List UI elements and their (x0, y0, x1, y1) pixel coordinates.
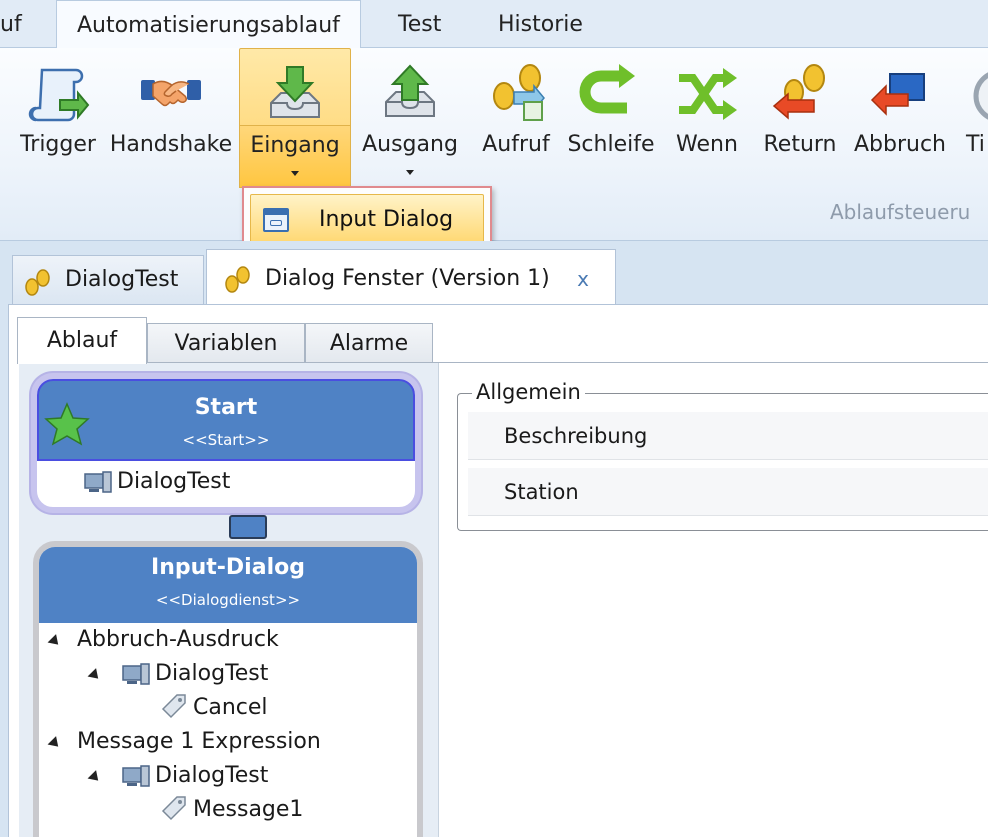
input-dialog-label: Input Dialog (319, 207, 454, 232)
tree-item-dialogtest[interactable]: DialogTest (155, 661, 268, 686)
footprints-icon (25, 269, 50, 296)
abbruch-button[interactable]: Abbruch (850, 48, 950, 178)
input-dialog-node[interactable]: Input-Dialog <<Dialogdienst>> Abbruch-Au… (33, 541, 423, 837)
schleife-button[interactable]: Schleife (564, 48, 658, 178)
ribbon-tab-strip: uf Automatisierungsablauf Test Historie (0, 0, 988, 49)
tree-item-cancel[interactable]: Cancel (193, 695, 268, 720)
input-dialog-node-title: Input-Dialog (151, 555, 305, 580)
footprints-return-icon (772, 64, 825, 120)
handshake-button[interactable]: Handshake (108, 48, 234, 178)
expand-triangle-icon[interactable] (47, 634, 63, 649)
eingang-label: Eingang (250, 133, 340, 158)
footprints-icon (225, 266, 250, 293)
flow-canvas[interactable]: Start <<Start>> DialogTest Input-Dialog … (19, 363, 439, 837)
abort-arrow-icon (870, 73, 925, 116)
schleife-label: Schleife (567, 132, 655, 157)
sub-tab-ablauf[interactable]: Ablauf (17, 317, 147, 364)
input-dialog-menu-item[interactable]: Input Dialog (250, 194, 484, 244)
sub-tab-alarme[interactable]: Alarme (305, 323, 433, 363)
tree-item-message1[interactable]: Message1 (193, 797, 303, 822)
doc-tab-dialog-fenster[interactable]: Dialog Fenster (Version 1) x (206, 249, 616, 306)
wenn-label: Wenn (676, 132, 738, 157)
start-node-title: Start (194, 395, 258, 420)
sub-tab-variablen[interactable]: Variablen (147, 323, 305, 363)
properties-legend: Allgemein (472, 380, 585, 404)
shuffle-icon (679, 68, 737, 120)
doc-tab-dialogtest[interactable]: DialogTest (12, 255, 204, 305)
start-node[interactable]: Start <<Start>> DialogTest (31, 373, 421, 513)
expand-triangle-icon[interactable] (87, 770, 103, 785)
ribbon-tab-test[interactable]: Test (398, 0, 441, 48)
document-panel: Ablauf Variablen Alarme Start <<Start>> … (8, 304, 988, 837)
expand-triangle-icon[interactable] (47, 736, 63, 751)
start-node-item: DialogTest (117, 469, 231, 494)
ausgang-split-button[interactable]: Ausgang (358, 48, 462, 178)
eingang-caret-icon (291, 171, 299, 176)
ausgang-caret-icon (406, 170, 414, 175)
ausgang-label: Ausgang (362, 132, 458, 157)
ribbon-group-label: Ablaufsteueru (830, 200, 971, 224)
properties-group: Allgemein Beschreibung Station (457, 380, 988, 531)
timer-icon (973, 72, 988, 120)
return-button[interactable]: Return (758, 48, 842, 178)
scroll-arrow-icon (28, 68, 90, 122)
footprints-call-icon (493, 64, 545, 121)
close-tab-icon[interactable]: x (577, 250, 589, 308)
trigger-button[interactable]: Trigger (14, 48, 102, 178)
aufruf-label: Aufruf (482, 132, 550, 157)
wenn-button[interactable]: Wenn (668, 48, 746, 178)
sub-tab-strip: Ablauf Variablen Alarme (17, 317, 988, 364)
property-beschreibung[interactable]: Beschreibung (468, 412, 988, 460)
inbox-down-arrow-icon (270, 66, 320, 118)
ribbon-tab-ablauf[interactable]: uf (0, 0, 22, 48)
trigger-label: Trigger (20, 132, 96, 157)
start-node-stereotype: <<Start>> (182, 431, 270, 449)
tree-item-dialogtest-2[interactable]: DialogTest (155, 763, 268, 788)
handshake-icon (141, 80, 201, 107)
tree-item-abbruch-ausdruck[interactable]: Abbruch-Ausdruck (77, 627, 279, 652)
tree-item-message-1-expression[interactable]: Message 1 Expression (77, 729, 321, 754)
dialog-window-icon (263, 208, 289, 232)
computer-icon (122, 663, 150, 685)
doc-tab-dialogtest-label: DialogTest (65, 267, 179, 292)
abbruch-label: Abbruch (853, 132, 946, 157)
start-node-header: Start <<Start>> (37, 379, 415, 461)
timer-button[interactable]: Ti (958, 48, 988, 178)
input-dialog-node-header: Input-Dialog <<Dialogdienst>> (39, 547, 417, 623)
computer-icon (122, 765, 150, 787)
timer-label: Ti (966, 132, 985, 157)
return-label: Return (763, 132, 837, 157)
tag-icon (161, 694, 186, 719)
computer-icon (84, 471, 112, 493)
doc-tab-dialog-fenster-label: Dialog Fenster (Version 1) (265, 266, 550, 291)
ribbon-tab-historie[interactable]: Historie (498, 0, 583, 48)
loop-arrow-icon (579, 64, 635, 114)
document-tab-strip: DialogTest Dialog Fenster (Version 1) x (0, 241, 988, 306)
handshake-label: Handshake (109, 132, 233, 157)
ribbon-tab-automatisierungsablauf[interactable]: Automatisierungsablauf (56, 0, 361, 49)
tag-icon (161, 796, 186, 821)
outbox-up-arrow-icon (385, 64, 435, 117)
eingang-split-button[interactable]: Eingang (239, 48, 351, 188)
input-dialog-node-stereotype: <<Dialogdienst>> (155, 591, 301, 609)
expand-triangle-icon[interactable] (87, 668, 103, 683)
aufruf-button[interactable]: Aufruf (476, 48, 556, 178)
property-station[interactable]: Station (468, 468, 988, 516)
ribbon: Trigger Handshake Eingang Ausgang Aufruf… (0, 48, 988, 241)
flow-connector[interactable] (229, 515, 267, 539)
